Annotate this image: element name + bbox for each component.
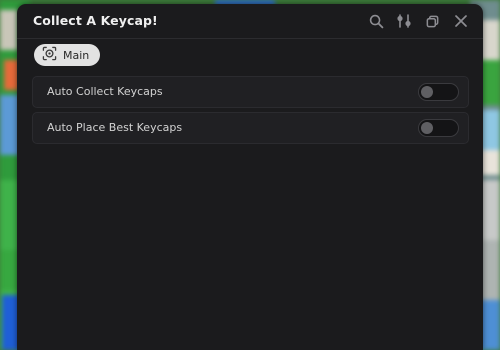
script-hub-window: Collect A Keycap! Main Auto Collect Keyc… [17,4,483,350]
auto-place-best-keycaps-toggle[interactable] [418,119,459,137]
option-auto-collect-keycaps[interactable]: Auto Collect Keycaps [32,76,469,108]
tab-bar: Main [34,44,101,68]
close-icon [454,14,468,28]
options-list: Auto Collect Keycaps Auto Place Best Key… [32,76,469,148]
toggle-knob [421,122,433,134]
restore-button[interactable] [424,13,441,30]
target-icon [42,46,57,64]
title-actions [368,12,469,30]
search-button[interactable] [368,13,385,30]
toggle-knob [421,86,433,98]
option-auto-place-best-keycaps[interactable]: Auto Place Best Keycaps [32,112,469,144]
tab-main[interactable]: Main [34,44,101,66]
window-title: Collect A Keycap! [33,13,158,28]
option-label: Auto Place Best Keycaps [47,121,183,134]
option-label: Auto Collect Keycaps [47,85,163,98]
tab-main-label: Main [63,48,90,62]
auto-collect-keycaps-toggle[interactable] [418,83,459,101]
settings-button[interactable] [396,13,413,30]
restore-window-icon [425,14,440,29]
settings-sliders-icon [396,13,413,29]
close-button[interactable] [452,13,469,30]
search-icon [369,14,384,29]
title-bar[interactable]: Collect A Keycap! [17,4,483,39]
